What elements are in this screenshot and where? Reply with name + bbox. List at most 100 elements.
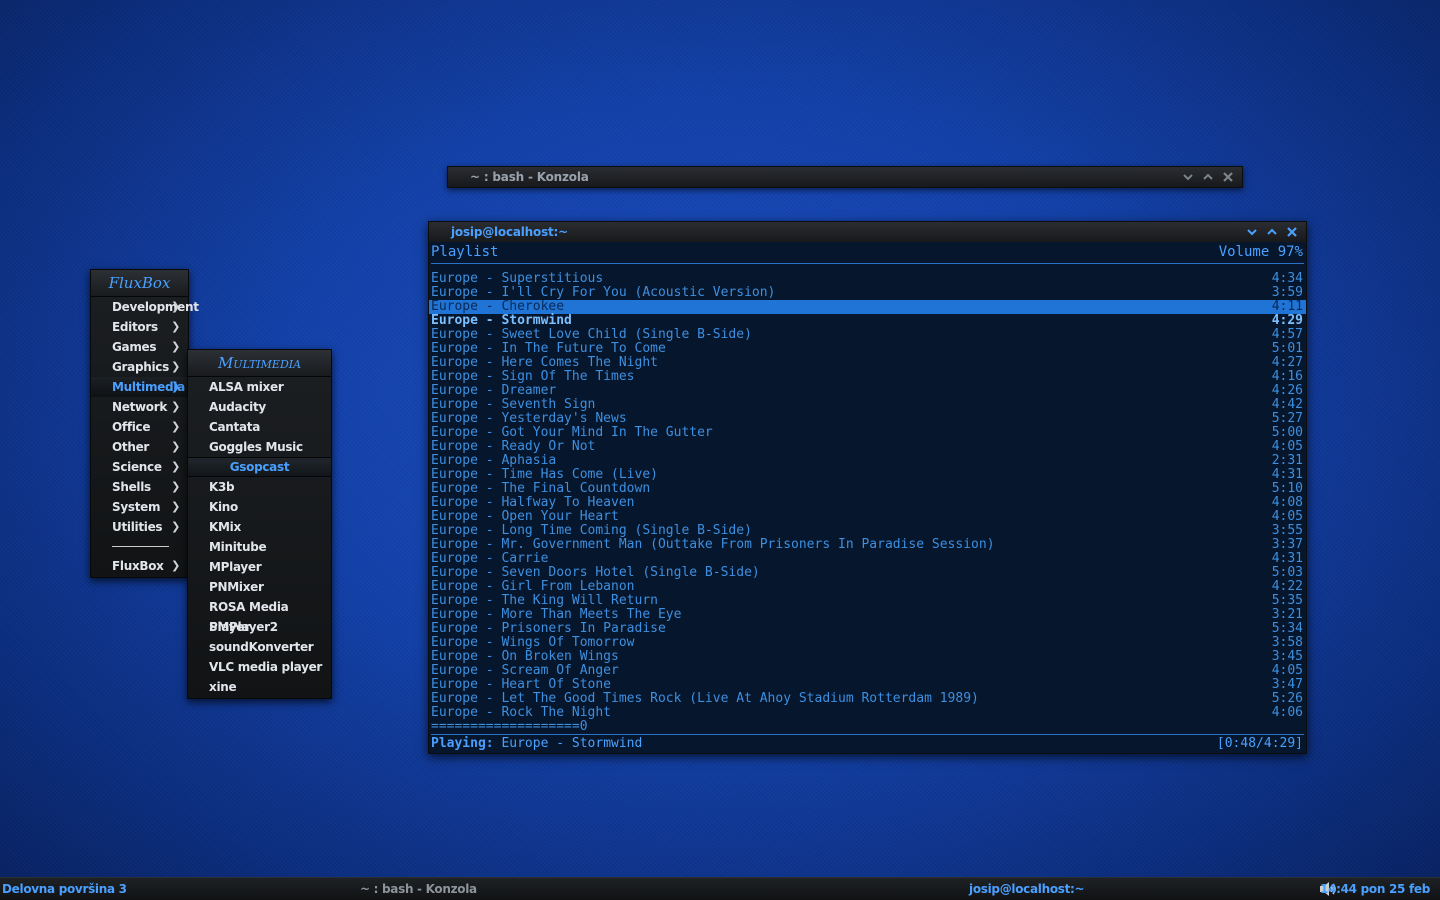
chevron-right-icon: ❯ <box>171 300 180 313</box>
submenu-item-kino[interactable]: Kino <box>188 497 331 517</box>
submenu-item-goggles-music-manager[interactable]: Goggles Music Manager <box>188 437 331 474</box>
track-duration: 4:57 <box>1271 327 1303 342</box>
playlist-track[interactable]: Europe - Heart Of Stone 3:47 <box>429 678 1306 692</box>
terminal-content[interactable]: Playlist Volume 97% Europe - Superstitio… <box>429 243 1306 753</box>
close-icon[interactable] <box>1284 224 1300 240</box>
terminal-window[interactable]: josip@localhost:~ Playlist Volume 97% Eu… <box>428 221 1307 754</box>
submenu-item-xine[interactable]: xine <box>188 677 331 697</box>
playlist-track[interactable]: Europe - Girl From Lebanon 4:22 <box>429 580 1306 594</box>
submenu-item-smplayer2[interactable]: SMPlayer2 <box>188 617 331 637</box>
submenu-item-pnmixer[interactable]: PNMixer <box>188 577 331 597</box>
maximize-icon[interactable] <box>1264 224 1280 240</box>
workspace-name[interactable]: Delovna površina 3 <box>2 878 127 900</box>
playlist-track[interactable]: Europe - Seven Doors Hotel (Single B-Sid… <box>429 566 1306 580</box>
menu-item-utilities[interactable]: Utilities ❯ <box>91 517 188 537</box>
menu-item-multimedia[interactable]: Multimedia ❯ <box>91 377 188 397</box>
chevron-right-icon: ❯ <box>171 460 180 473</box>
playlist-track[interactable]: Europe - Wings Of Tomorrow 3:58 <box>429 636 1306 650</box>
submenu-item-cantata[interactable]: Cantata <box>188 417 331 437</box>
submenu-item-audacity[interactable]: Audacity <box>188 397 331 417</box>
track-title: Europe - Sign Of The Times <box>431 369 635 384</box>
maximize-icon[interactable] <box>1200 169 1216 185</box>
terminal-window-titlebar[interactable]: josip@localhost:~ <box>429 222 1306 242</box>
playlist-track[interactable]: Europe - Long Time Coming (Single B-Side… <box>429 524 1306 538</box>
task-bash[interactable]: ~ : bash - Konzola <box>360 878 477 900</box>
submenu-title: Multimedia <box>188 350 331 377</box>
playlist-track[interactable]: Europe - Prisoners In Paradise 5:34 <box>429 622 1306 636</box>
playlist-track[interactable]: Europe - The Final Countdown 5:10 <box>429 482 1306 496</box>
bash-window[interactable]: ~ : bash - Konzola <box>447 166 1243 188</box>
playlist-track[interactable]: Europe - Mr. Government Man (Outtake Fro… <box>429 538 1306 552</box>
playlist-track[interactable]: Europe - Open Your Heart 4:05 <box>429 510 1306 524</box>
now-playing-status: Playing: Europe - Stormwind [0:48/4:29] <box>429 735 1306 753</box>
submenu-item-kmix[interactable]: KMix <box>188 517 331 537</box>
multimedia-submenu[interactable]: Multimedia ALSA mixer Audacity Cantata Gogg… <box>187 349 332 699</box>
playlist-track[interactable]: Europe - In The Future To Come 5:01 <box>429 342 1306 356</box>
submenu-item-minitube[interactable]: Minitube <box>188 537 331 557</box>
playlist-track[interactable]: Europe - Let The Good Times Rock (Live A… <box>429 692 1306 706</box>
submenu-item-vlc-media-player[interactable]: VLC media player <box>188 657 331 677</box>
submenu-item-rosa-media-player[interactable]: ROSA Media Player <box>188 597 331 634</box>
playlist-track[interactable]: Europe - Ready Or Not 4:05 <box>429 440 1306 454</box>
playlist-track[interactable]: Europe - Carrie 4:31 <box>429 552 1306 566</box>
playlist-track[interactable]: Europe - Cherokee 4:11 <box>429 300 1306 314</box>
menu-item-development[interactable]: Development ❯ <box>91 297 199 317</box>
menu-item-editors[interactable]: Editors ❯ <box>91 317 188 337</box>
submenu-item-k3b[interactable]: K3b <box>188 477 331 497</box>
menu-item-shells[interactable]: Shells ❯ <box>91 477 188 497</box>
track-duration: 5:01 <box>1271 341 1303 356</box>
menu-item-gsopcast[interactable]: Gsopcast <box>188 457 331 477</box>
chevron-right-icon: ❯ <box>171 500 180 513</box>
playlist-track[interactable]: Europe - The King Will Return 5:35 <box>429 594 1306 608</box>
track-duration: 5:35 <box>1271 593 1303 608</box>
menu-item-graphics[interactable]: Graphics ❯ <box>91 357 188 377</box>
chevron-right-icon: ❯ <box>171 480 180 493</box>
bash-window-title: ~ : bash - Konzola <box>470 170 589 184</box>
menu-item-system[interactable]: System ❯ <box>91 497 188 517</box>
playlist-track[interactable]: Europe - Rock The Night 4:06 <box>429 706 1306 720</box>
playlist-track[interactable]: Europe - Yesterday's News 5:27 <box>429 412 1306 426</box>
playlist-track[interactable]: Europe - Seventh Sign 4:42 <box>429 398 1306 412</box>
playlist-track[interactable]: Europe - More Than Meets The Eye 3:21 <box>429 608 1306 622</box>
playlist-track[interactable]: Europe - Halfway To Heaven 4:08 <box>429 496 1306 510</box>
playlist-track[interactable]: Europe - Here Comes The Night 4:27 <box>429 356 1306 370</box>
terminal-window-title: josip@localhost:~ <box>451 225 569 239</box>
track-duration: 4:22 <box>1271 579 1303 594</box>
track-duration: 3:59 <box>1271 285 1303 300</box>
chevron-right-icon: ❯ <box>171 440 180 453</box>
menu-item-office[interactable]: Office ❯ <box>91 417 188 437</box>
menu-item-science[interactable]: Science ❯ <box>91 457 188 477</box>
menu-item-label: System <box>112 500 161 514</box>
chevron-right-icon: ❯ <box>171 420 180 433</box>
playlist-track[interactable]: Europe - Stormwind 4:29 <box>429 314 1306 328</box>
playlist-track[interactable]: Europe - Time Has Come (Live) 4:31 <box>429 468 1306 482</box>
playlist-track[interactable]: Europe - I'll Cry For You (Acoustic Vers… <box>429 286 1306 300</box>
submenu-item-mplayer[interactable]: MPlayer <box>188 557 331 577</box>
bash-window-titlebar[interactable]: ~ : bash - Konzola <box>448 167 1242 187</box>
track-duration: 5:27 <box>1271 411 1303 426</box>
submenu-item-alsa-mixer[interactable]: ALSA mixer <box>188 377 331 397</box>
playlist-track[interactable]: Europe - On Broken Wings 3:45 <box>429 650 1306 664</box>
playlist-track[interactable]: Europe - Sign Of The Times 4:16 <box>429 370 1306 384</box>
close-icon[interactable] <box>1220 169 1236 185</box>
task-terminal[interactable]: josip@localhost:~ <box>969 878 1085 900</box>
submenu-item-soundkonverter[interactable]: soundKonverter <box>188 637 331 657</box>
playlist-track[interactable]: Europe - Sweet Love Child (Single B-Side… <box>429 328 1306 342</box>
menu-item-games[interactable]: Games ❯ <box>91 337 188 357</box>
minimize-icon[interactable] <box>1244 224 1260 240</box>
playlist-list[interactable]: Europe - Superstitious 4:34 Europe - I'll … <box>429 272 1306 720</box>
playlist-track[interactable]: Europe - Scream Of Anger 4:05 <box>429 664 1306 678</box>
track-duration: 4:05 <box>1271 663 1303 678</box>
menu-item-network[interactable]: Network ❯ <box>91 397 188 417</box>
taskbar: Delovna površina 3 ~ : bash - Konzola jo… <box>0 877 1440 900</box>
menu-item-fluxbox[interactable]: FluxBox ❯ <box>91 556 188 576</box>
playlist-track[interactable]: Europe - Got Your Mind In The Gutter 5:00 <box>429 426 1306 440</box>
menu-item-other[interactable]: Other ❯ <box>91 437 188 457</box>
track-duration: 4:31 <box>1271 467 1303 482</box>
playlist-track[interactable]: Europe - Aphasia 2:31 <box>429 454 1306 468</box>
track-duration: 2:31 <box>1271 453 1303 468</box>
fluxbox-root-menu[interactable]: FluxBox Development ❯ Editors ❯ Games ❯ Graphi… <box>90 269 199 578</box>
playlist-track[interactable]: Europe - Dreamer 4:26 <box>429 384 1306 398</box>
minimize-icon[interactable] <box>1180 169 1196 185</box>
playlist-track[interactable]: Europe - Superstitious 4:34 <box>429 272 1306 286</box>
